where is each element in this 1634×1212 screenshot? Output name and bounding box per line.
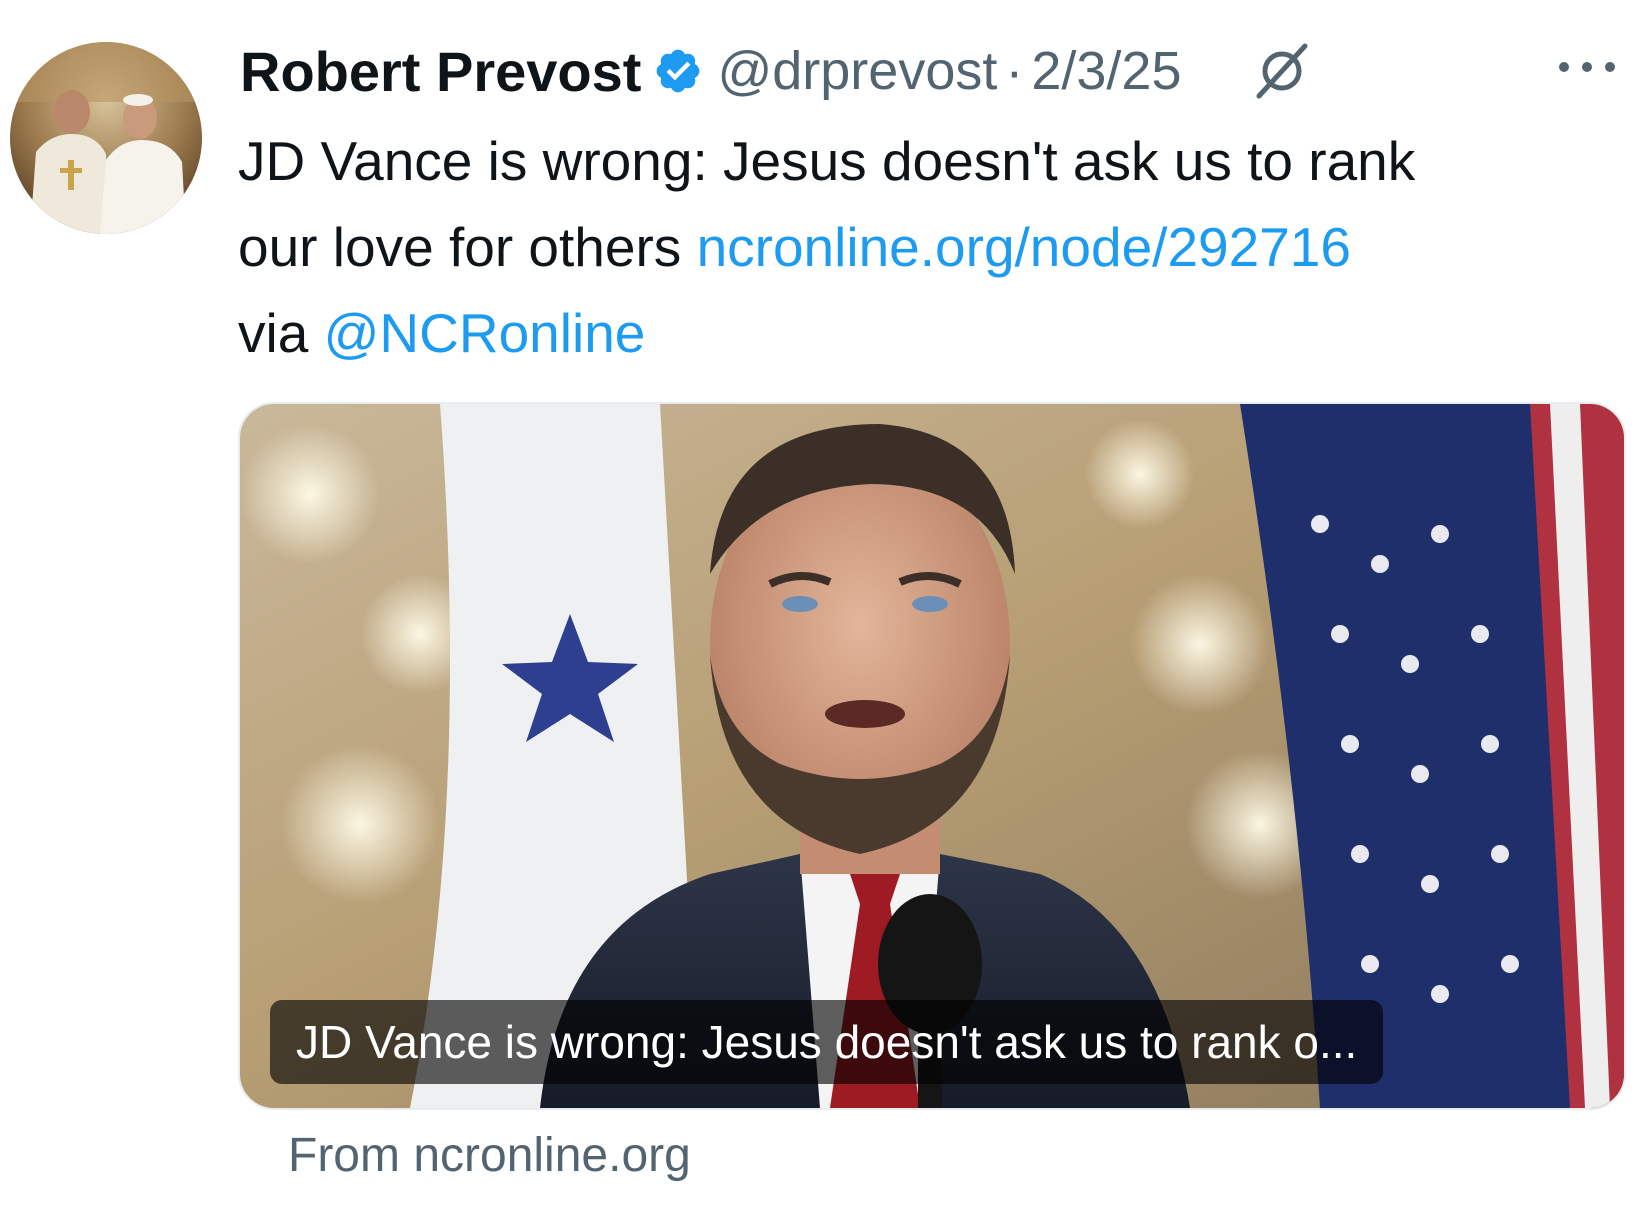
author-handle[interactable]: @drprevost [717, 40, 997, 102]
link-preview-card[interactable]: JD Vance is wrong: Jesus doesn't ask us … [238, 402, 1626, 1110]
mention-link[interactable]: @NCRonline [324, 302, 646, 364]
separator-dot: · [1005, 41, 1024, 101]
tweet-text-line-2-prefix: our love for others [238, 216, 697, 278]
author-name[interactable]: Robert Prevost [240, 39, 641, 104]
article-link[interactable]: ncronline.org/node/292716 [697, 216, 1351, 278]
author-avatar[interactable] [10, 42, 202, 234]
card-source[interactable]: From ncronline.org [288, 1128, 691, 1183]
card-caption: JD Vance is wrong: Jesus doesn't ask us … [270, 1000, 1384, 1084]
tweet-text-line-3-prefix: via [238, 302, 324, 364]
avatar-image [10, 42, 202, 234]
tweet-date[interactable]: 2/3/25 [1031, 40, 1181, 102]
verified-badge-icon [653, 46, 703, 96]
tweet-text: JD Vance is wrong: Jesus doesn't ask us … [238, 118, 1618, 376]
tweet-text-line-3: via @NCRonline [238, 290, 1618, 376]
tweet-text-line-2: our love for others ncronline.org/node/2… [238, 204, 1618, 290]
tweet-header: Robert Prevost @drprevost · 2/3/25 [240, 36, 1620, 106]
more-options-icon[interactable] [1554, 52, 1620, 82]
tweet-text-line-1: JD Vance is wrong: Jesus doesn't ask us … [238, 130, 1416, 192]
grok-icon[interactable] [1253, 42, 1311, 100]
